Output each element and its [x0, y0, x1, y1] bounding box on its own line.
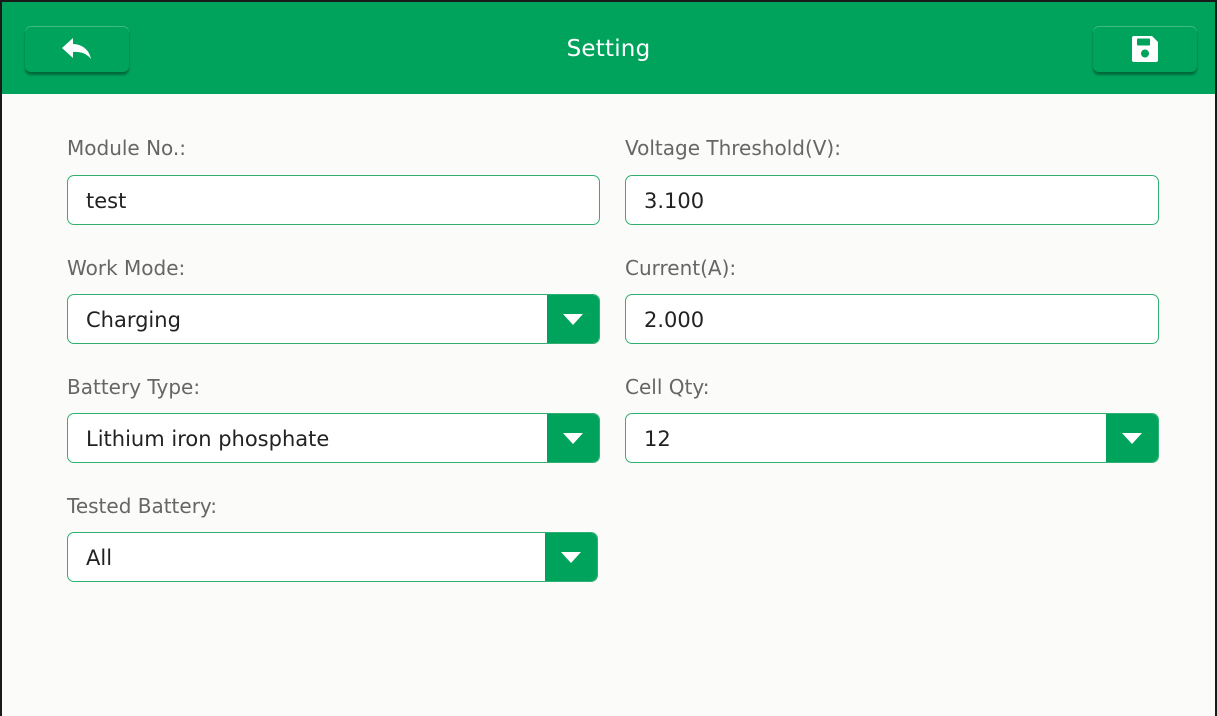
- battery-type-dropdown-button[interactable]: [547, 414, 599, 462]
- battery-type-value: Lithium iron phosphate: [86, 427, 330, 451]
- tested-battery-select[interactable]: All: [67, 532, 598, 582]
- chevron-down-icon: [1122, 432, 1142, 444]
- settings-screen: Setting Module No.: test Work Mode: Char…: [0, 0, 1217, 716]
- battery-type-select[interactable]: Lithium iron phosphate: [67, 413, 600, 463]
- current-input[interactable]: 2.000: [625, 294, 1159, 344]
- module-no-input[interactable]: test: [67, 175, 600, 225]
- work-mode-dropdown-button[interactable]: [547, 295, 599, 343]
- cell-qty-select[interactable]: 12: [625, 413, 1159, 463]
- voltage-threshold-input[interactable]: 3.100: [625, 175, 1159, 225]
- page-title: Setting: [566, 36, 651, 62]
- chevron-down-icon: [563, 432, 583, 444]
- tested-battery-label: Tested Battery:: [67, 494, 218, 518]
- work-mode-select[interactable]: Charging: [67, 294, 600, 344]
- battery-type-label: Battery Type:: [67, 375, 201, 399]
- work-mode-label: Work Mode:: [67, 256, 186, 280]
- save-button[interactable]: [1093, 26, 1197, 72]
- current-label: Current(A):: [625, 256, 737, 280]
- chevron-down-icon: [563, 313, 583, 325]
- top-bar: Setting: [2, 2, 1215, 94]
- voltage-threshold-value: 3.100: [644, 189, 705, 213]
- tested-battery-dropdown-button[interactable]: [545, 533, 597, 581]
- cell-qty-value: 12: [644, 427, 671, 451]
- work-mode-value: Charging: [86, 308, 181, 332]
- current-value: 2.000: [644, 308, 705, 332]
- voltage-threshold-label: Voltage Threshold(V):: [625, 136, 841, 160]
- floppy-disk-icon: [1132, 36, 1158, 62]
- chevron-down-icon: [561, 551, 581, 563]
- cell-qty-dropdown-button[interactable]: [1106, 414, 1158, 462]
- module-no-value: test: [86, 189, 127, 213]
- cell-qty-label: Cell Qty:: [625, 375, 710, 399]
- module-no-label: Module No.:: [67, 136, 187, 160]
- tested-battery-value: All: [86, 546, 113, 570]
